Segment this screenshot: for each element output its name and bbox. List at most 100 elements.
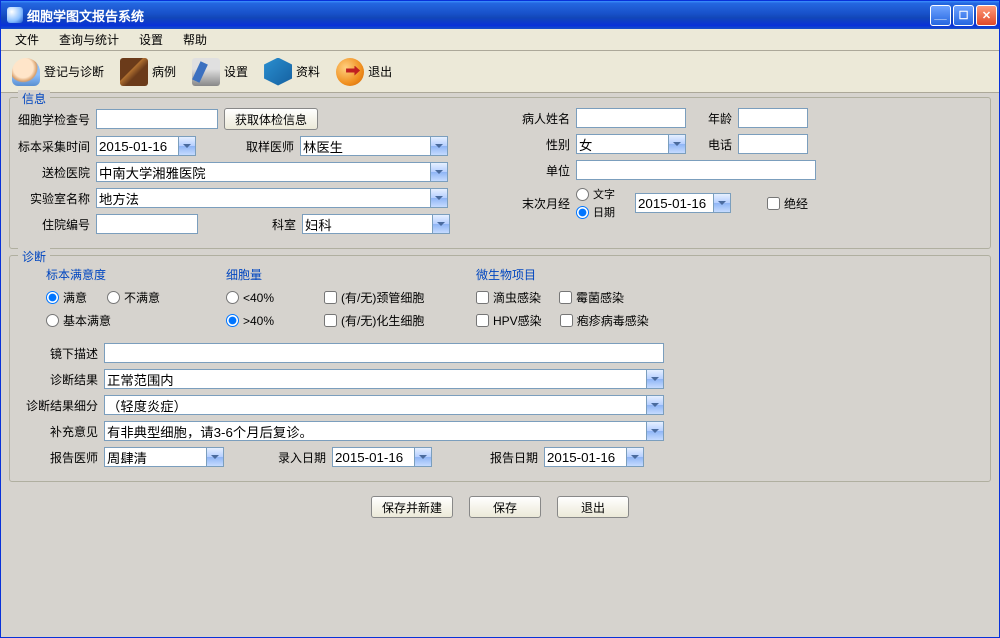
collect-time-combo[interactable] [96, 136, 196, 156]
info-legend: 信息 [18, 90, 50, 107]
trichomonad-check[interactable]: 滴虫感染 [476, 289, 541, 306]
result-combo[interactable] [104, 369, 664, 389]
exit-button[interactable]: 退出 [557, 496, 629, 518]
window-title: 细胞学图文报告系统 [27, 6, 930, 25]
report-date-combo[interactable] [544, 447, 644, 467]
result-detail-label: 诊断结果细分 [18, 397, 98, 414]
toolbar-data[interactable]: 资料 [257, 55, 327, 89]
lab-name-label: 实验室名称 [18, 190, 90, 207]
lab-name-combo[interactable] [96, 188, 448, 208]
inpatient-no-label: 住院编号 [18, 216, 90, 233]
menu-settings[interactable]: 设置 [129, 29, 173, 50]
menopause-check[interactable]: 绝经 [767, 195, 808, 212]
hpv-check[interactable]: HPV感染 [476, 312, 542, 329]
chevron-down-icon[interactable] [646, 396, 663, 414]
chevron-down-icon[interactable] [430, 137, 447, 155]
menu-query[interactable]: 查询与统计 [49, 29, 129, 50]
settings-icon [192, 58, 220, 86]
age-label: 年龄 [692, 110, 732, 127]
phone-label: 电话 [692, 136, 732, 153]
endocervical-check[interactable]: (有/无)颈管细胞 [324, 289, 424, 306]
chevron-down-icon[interactable] [646, 370, 663, 388]
minimize-button[interactable]: __ [930, 5, 951, 26]
patient-name-label: 病人姓名 [510, 110, 570, 127]
menubar: 文件 查询与统计 设置 帮助 [1, 29, 999, 51]
entry-date-combo[interactable] [332, 447, 432, 467]
close-button[interactable]: ✕ [976, 5, 997, 26]
chevron-down-icon[interactable] [668, 135, 685, 153]
chevron-down-icon[interactable] [713, 194, 730, 212]
toolbar-settings[interactable]: 设置 [185, 55, 255, 89]
register-icon [12, 58, 40, 86]
toolbar-register[interactable]: 登记与诊断 [5, 55, 111, 89]
exam-no-input[interactable] [96, 109, 218, 129]
titlebar[interactable]: 细胞学图文报告系统 __ ☐ ✕ [1, 1, 999, 29]
app-icon [7, 7, 23, 23]
data-icon [264, 58, 292, 86]
extra-opinion-combo[interactable] [104, 421, 664, 441]
chevron-down-icon[interactable] [432, 215, 449, 233]
diag-legend: 诊断 [18, 248, 50, 265]
department-label: 科室 [204, 216, 296, 233]
unit-label: 单位 [510, 162, 570, 179]
info-fieldset: 信息 细胞学检查号 获取体检信息 标本采集时间 取样医师 送 [9, 97, 991, 249]
send-hospital-label: 送检医院 [18, 164, 90, 181]
save-button[interactable]: 保存 [469, 496, 541, 518]
sex-combo[interactable] [576, 134, 686, 154]
exit-icon [336, 58, 364, 86]
sampling-doctor-combo[interactable] [300, 136, 448, 156]
report-doctor-combo[interactable] [104, 447, 224, 467]
department-combo[interactable] [302, 214, 450, 234]
maximize-button[interactable]: ☐ [953, 5, 974, 26]
lp-date-radio[interactable]: 日期 [576, 204, 615, 220]
lp-text-radio[interactable]: 文字 [576, 186, 615, 202]
report-date-label: 报告日期 [438, 449, 538, 466]
sat-ok-radio[interactable]: 满意 [46, 289, 87, 306]
micro-desc-input[interactable] [104, 343, 664, 363]
sat-not-radio[interactable]: 不满意 [107, 289, 160, 306]
app-window: 细胞学图文报告系统 __ ☐ ✕ 文件 查询与统计 设置 帮助 登记与诊断 病例… [0, 0, 1000, 638]
microbe-legend: 微生物项目 [476, 266, 661, 283]
extra-opinion-label: 补充意见 [18, 423, 98, 440]
last-period-label: 末次月经 [510, 195, 570, 212]
collect-time-label: 标本采集时间 [18, 138, 90, 155]
age-input[interactable] [738, 108, 808, 128]
amount-lt40-radio[interactable]: <40% [226, 291, 274, 305]
cell-amount-legend: 细胞量 [226, 266, 446, 283]
fetch-info-button[interactable]: 获取体检信息 [224, 108, 318, 130]
exam-no-label: 细胞学检查号 [18, 111, 90, 128]
hyperplastic-check[interactable]: (有/无)化生细胞 [324, 312, 424, 329]
micro-desc-label: 镜下描述 [18, 345, 98, 362]
inpatient-no-input[interactable] [96, 214, 198, 234]
menu-file[interactable]: 文件 [5, 29, 49, 50]
phone-input[interactable] [738, 134, 808, 154]
satisfaction-legend: 标本满意度 [46, 266, 196, 283]
save-new-button[interactable]: 保存并新建 [371, 496, 453, 518]
chevron-down-icon[interactable] [206, 448, 223, 466]
chevron-down-icon[interactable] [178, 137, 195, 155]
content-area: 信息 细胞学检查号 获取体检信息 标本采集时间 取样医师 送 [1, 93, 999, 637]
lp-date-combo[interactable] [635, 193, 731, 213]
chevron-down-icon[interactable] [430, 163, 447, 181]
chevron-down-icon[interactable] [430, 189, 447, 207]
toolbar-case[interactable]: 病例 [113, 55, 183, 89]
case-icon [120, 58, 148, 86]
entry-date-label: 录入日期 [230, 449, 326, 466]
chevron-down-icon[interactable] [646, 422, 663, 440]
report-doctor-label: 报告医师 [18, 449, 98, 466]
result-detail-combo[interactable] [104, 395, 664, 415]
amount-gt40-radio[interactable]: >40% [226, 314, 274, 328]
diag-fieldset: 诊断 标本满意度 满意 不满意 基本满意 细胞量 <40% [9, 255, 991, 482]
toolbar-exit[interactable]: 退出 [329, 55, 399, 89]
chevron-down-icon[interactable] [414, 448, 431, 466]
sex-label: 性别 [510, 136, 570, 153]
herpes-check[interactable]: 疱疹病毒感染 [560, 312, 649, 329]
fungus-check[interactable]: 霉菌感染 [559, 289, 624, 306]
chevron-down-icon[interactable] [626, 448, 643, 466]
unit-input[interactable] [576, 160, 816, 180]
menu-help[interactable]: 帮助 [173, 29, 217, 50]
sampling-doctor-label: 取样医师 [202, 138, 294, 155]
send-hospital-combo[interactable] [96, 162, 448, 182]
sat-basic-radio[interactable]: 基本满意 [46, 312, 111, 329]
patient-name-input[interactable] [576, 108, 686, 128]
